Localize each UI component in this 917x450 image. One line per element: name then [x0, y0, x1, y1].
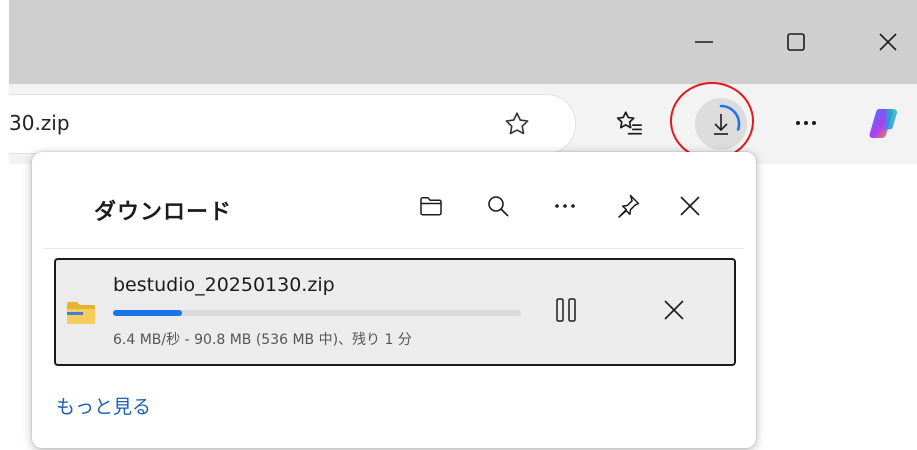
download-progress-fill — [113, 310, 183, 316]
download-button-highlight-ring — [670, 82, 754, 160]
open-folder-icon — [420, 196, 442, 216]
maximize-icon — [787, 33, 805, 51]
address-bar[interactable]: 30.zip — [9, 94, 576, 154]
more-options-icon — [555, 204, 575, 208]
add-favorite-button[interactable] — [503, 110, 531, 142]
window-close-button[interactable] — [863, 20, 913, 64]
close-panel-button[interactable] — [672, 188, 708, 224]
address-text[interactable]: 30.zip — [9, 111, 70, 135]
download-status: 6.4 MB/秒 - 90.8 MB (536 MB 中)、残り 1 分 — [113, 332, 412, 348]
maximize-button[interactable] — [771, 20, 821, 64]
close-icon — [680, 196, 700, 216]
header-divider — [44, 248, 744, 249]
star-icon — [505, 112, 529, 135]
pin-icon — [618, 194, 640, 218]
zip-file-icon-wrapper — [66, 300, 96, 330]
pin-panel-button[interactable] — [610, 188, 646, 224]
panel-title: ダウンロード — [94, 200, 233, 225]
copilot-button[interactable] — [859, 98, 909, 148]
downloads-panel: ダウンロード bestudio_20250130.zip 6.4 MB/秒 - … — [32, 152, 756, 448]
pause-button[interactable] — [546, 290, 586, 330]
minimize-icon — [695, 41, 713, 43]
open-downloads-folder-button[interactable] — [413, 188, 449, 224]
pause-icon — [556, 298, 576, 322]
title-bar — [9, 0, 917, 84]
minimize-button[interactable] — [679, 20, 729, 64]
cancel-download-button[interactable] — [654, 290, 694, 330]
favorites-icon — [616, 111, 642, 135]
zip-folder-icon — [67, 302, 95, 324]
left-edge — [0, 0, 9, 450]
copilot-icon — [869, 109, 897, 138]
search-icon — [488, 196, 509, 217]
settings-more-button[interactable] — [781, 98, 831, 148]
cancel-icon — [664, 300, 684, 320]
download-item[interactable]: bestudio_20250130.zip 6.4 MB/秒 - 90.8 MB… — [54, 258, 736, 366]
close-icon — [879, 33, 897, 51]
favorites-button[interactable] — [605, 98, 655, 148]
download-progress-bar — [113, 310, 521, 316]
more-options-button[interactable] — [547, 188, 583, 224]
search-downloads-button[interactable] — [480, 188, 516, 224]
file-name[interactable]: bestudio_20250130.zip — [113, 274, 335, 296]
more-icon — [796, 121, 816, 125]
see-more-link[interactable]: もっと見る — [56, 392, 151, 419]
